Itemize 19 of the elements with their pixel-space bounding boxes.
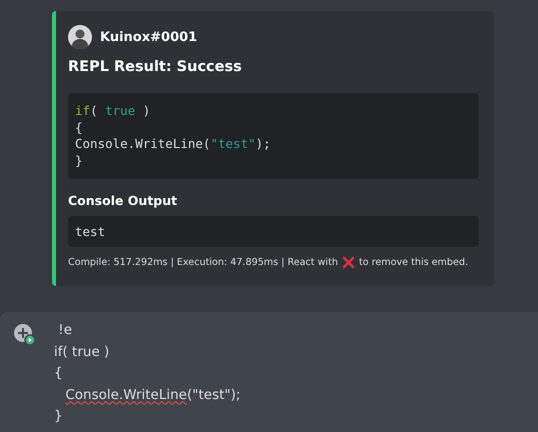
- cross-icon: [342, 256, 355, 269]
- code-line: Console.WriteLine("test");: [75, 136, 271, 152]
- avatar: [68, 25, 92, 49]
- embed-title: REPL Result: Success: [68, 59, 243, 75]
- code-line: {: [75, 120, 83, 136]
- input-text-line: Console.WriteLine("test");: [64, 386, 240, 404]
- input-text-line: !e: [57, 321, 72, 340]
- author-name[interactable]: Kuinox#0001: [100, 30, 198, 44]
- code-line: }: [75, 152, 83, 169]
- output-text: test: [75, 224, 106, 239]
- add-upload-icon[interactable]: [14, 324, 36, 346]
- input-text-line: if( true ): [54, 342, 110, 362]
- section-heading: Console Output: [68, 193, 178, 208]
- message-input[interactable]: !e if( true ) { Console.WriteLine("test"); }: [0, 312, 538, 432]
- footer-text: to remove this embed.: [358, 257, 468, 268]
- footer-text: Compile: 517.292ms | Execution: 47.895ms | React with: [68, 257, 338, 268]
- input-text-line: {: [54, 364, 63, 383]
- code-line: if( true ): [75, 103, 150, 120]
- input-text-line: }: [54, 407, 63, 426]
